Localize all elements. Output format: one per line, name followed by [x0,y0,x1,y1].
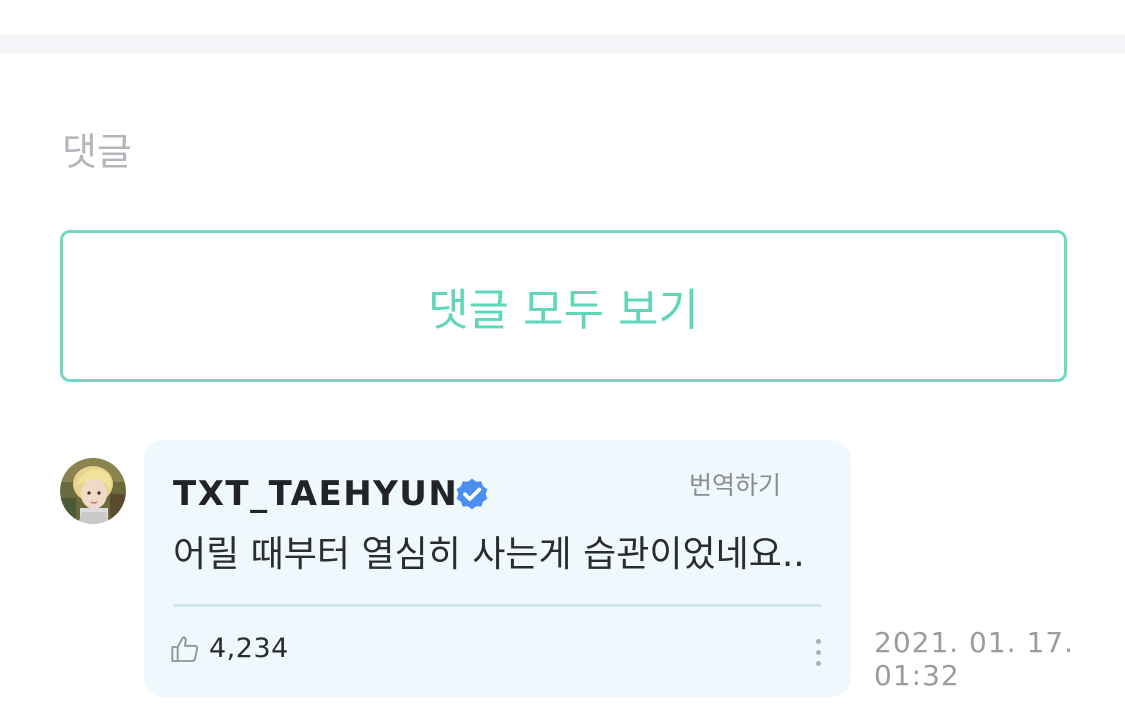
comments-section-title: 댓글 [62,130,132,174]
more-options-button[interactable] [806,636,830,672]
comment-date: 2021. 01. 17. [874,626,1075,659]
more-vertical-icon [816,639,821,644]
thumbs-up-icon [171,636,199,662]
avatar-image [60,458,126,524]
comment-bubble: TXT_TAEHYUN 번역하기 어릴 때부터 열심히 사는게 습관이었네요..… [144,440,851,697]
section-divider [0,35,1125,53]
view-all-comments-button[interactable]: 댓글 모두 보기 [60,230,1067,382]
more-vertical-icon-dot [816,650,821,655]
comments-page: 댓글 댓글 모두 보기 TXT_TAEHYUN 번역하기 어릴 때부터 열심히 … [0,0,1125,724]
comment-timestamp: 2021. 01. 17. 01:32 [874,626,1074,692]
comment-time: 01:32 [874,659,960,692]
comment-text: 어릴 때부터 열심히 사는게 습관이었네요.. [173,534,805,575]
comment-username[interactable]: TXT_TAEHYUN [173,473,458,515]
avatar[interactable] [60,458,126,524]
more-vertical-icon-dot [816,661,821,666]
translate-button[interactable]: 번역하기 [689,470,781,502]
like-button[interactable]: 4,234 [169,630,289,668]
comment-divider [174,604,822,607]
like-count: 4,234 [209,633,289,664]
verified-check-icon [456,478,488,510]
